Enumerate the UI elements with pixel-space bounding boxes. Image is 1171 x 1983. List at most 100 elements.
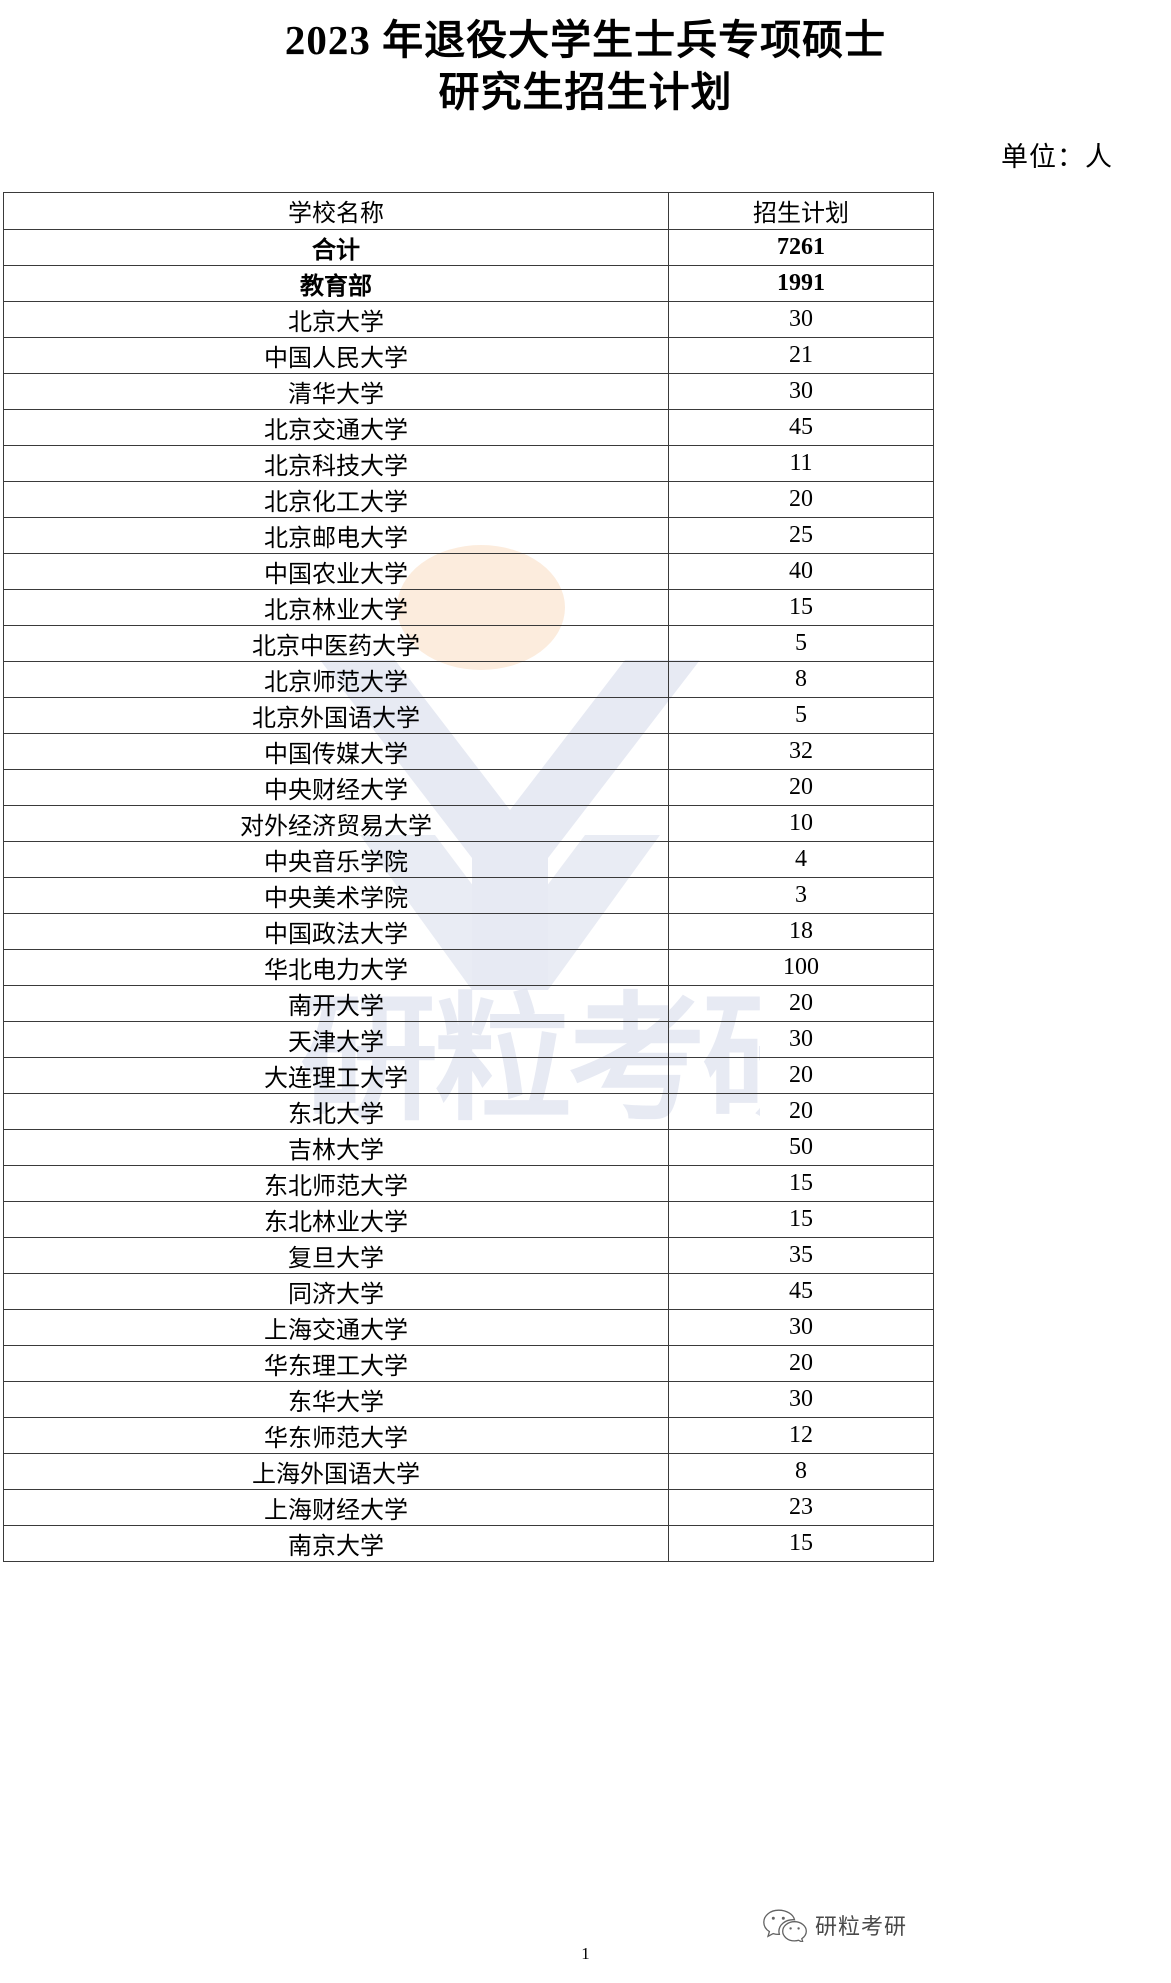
cell-school-name: 教育部 xyxy=(3,264,669,302)
table-row: 华东师范大学 12 xyxy=(3,1416,934,1454)
cell-school-name: 大连理工大学 xyxy=(3,1056,669,1094)
cell-enrollment-plan: 4 xyxy=(668,840,934,878)
table-row: 北京交通大学 45 xyxy=(3,408,934,446)
table-row: 中央财经大学 20 xyxy=(3,768,934,806)
cell-school-name: 北京师范大学 xyxy=(3,660,669,698)
cell-school-name: 中国政法大学 xyxy=(3,912,669,950)
cell-enrollment-plan: 30 xyxy=(668,1380,934,1418)
cell-enrollment-plan: 35 xyxy=(668,1236,934,1274)
table-row: 上海外国语大学 8 xyxy=(3,1452,934,1490)
table-row: 上海财经大学 23 xyxy=(3,1488,934,1526)
wechat-brand-badge: 研粒考研 xyxy=(762,1908,907,1942)
cell-school-name: 合计 xyxy=(3,228,669,266)
cell-school-name: 中央音乐学院 xyxy=(3,840,669,878)
table-row: 复旦大学 35 xyxy=(3,1236,934,1274)
table-row: 北京大学 30 xyxy=(3,300,934,338)
cell-school-name: 北京化工大学 xyxy=(3,480,669,518)
cell-enrollment-plan: 5 xyxy=(668,696,934,734)
table-row: 东北师范大学 15 xyxy=(3,1164,934,1202)
enrollment-plan-table-wrap: 学校名称 招生计划 合计 7261 教育部 1991 北京大学 30 中国人民大学 21 清华大… xyxy=(3,191,934,1562)
table-row: 北京林业大学 15 xyxy=(3,588,934,626)
table-row: 北京师范大学 8 xyxy=(3,660,934,698)
cell-school-name: 同济大学 xyxy=(3,1272,669,1310)
cell-school-name: 清华大学 xyxy=(3,372,669,410)
table-row: 东北大学 20 xyxy=(3,1092,934,1130)
cell-enrollment-plan: 15 xyxy=(668,1200,934,1238)
document-title: 2023 年退役大学生士兵专项硕士 研究生招生计划 xyxy=(0,0,1171,119)
column-header-school-name: 学校名称 xyxy=(3,191,669,230)
cell-school-name: 华东理工大学 xyxy=(3,1344,669,1382)
table-row: 北京科技大学 11 xyxy=(3,444,934,482)
table-row: 中央美术学院 3 xyxy=(3,876,934,914)
cell-enrollment-plan: 20 xyxy=(668,480,934,518)
cell-enrollment-plan: 21 xyxy=(668,336,934,374)
cell-school-name: 东北林业大学 xyxy=(3,1200,669,1238)
table-row: 中央音乐学院 4 xyxy=(3,840,934,878)
cell-enrollment-plan: 30 xyxy=(668,1308,934,1346)
table-row: 对外经济贸易大学 10 xyxy=(3,804,934,842)
table-row: 中国人民大学 21 xyxy=(3,336,934,374)
cell-school-name: 北京交通大学 xyxy=(3,408,669,446)
table-row: 北京邮电大学 25 xyxy=(3,516,934,554)
table-row: 合计 7261 xyxy=(3,228,934,266)
cell-school-name: 中国人民大学 xyxy=(3,336,669,374)
cell-school-name: 东北师范大学 xyxy=(3,1164,669,1202)
wechat-icon xyxy=(763,1909,807,1942)
cell-enrollment-plan: 1991 xyxy=(668,264,934,302)
cell-enrollment-plan: 23 xyxy=(668,1488,934,1526)
cell-school-name: 北京科技大学 xyxy=(3,444,669,482)
cell-enrollment-plan: 18 xyxy=(668,912,934,950)
cell-school-name: 复旦大学 xyxy=(3,1236,669,1274)
table-row: 中国农业大学 40 xyxy=(3,552,934,590)
table-row: 吉林大学 50 xyxy=(3,1128,934,1166)
cell-school-name: 上海财经大学 xyxy=(3,1488,669,1526)
cell-enrollment-plan: 45 xyxy=(668,1272,934,1310)
cell-enrollment-plan: 15 xyxy=(668,588,934,626)
table-row: 北京中医药大学 5 xyxy=(3,624,934,662)
cell-enrollment-plan: 11 xyxy=(668,444,934,482)
cell-enrollment-plan: 30 xyxy=(668,1020,934,1058)
cell-school-name: 北京外国语大学 xyxy=(3,696,669,734)
table-row: 中国传媒大学 32 xyxy=(3,732,934,770)
cell-school-name: 中国农业大学 xyxy=(3,552,669,590)
enrollment-plan-table: 学校名称 招生计划 合计 7261 教育部 1991 北京大学 30 中国人民大学 21 清华大… xyxy=(3,191,934,1562)
table-row: 华东理工大学 20 xyxy=(3,1344,934,1382)
table-row: 同济大学 45 xyxy=(3,1272,934,1310)
cell-enrollment-plan: 20 xyxy=(668,984,934,1022)
cell-enrollment-plan: 12 xyxy=(668,1416,934,1454)
cell-enrollment-plan: 20 xyxy=(668,1056,934,1094)
cell-school-name: 南京大学 xyxy=(3,1524,669,1562)
unit-note: 单位：人 xyxy=(1001,141,1113,172)
page-number: 1 xyxy=(581,1944,590,1963)
wechat-brand-label: 研粒考研 xyxy=(815,1915,908,1940)
table-row: 北京外国语大学 5 xyxy=(3,696,934,734)
cell-enrollment-plan: 20 xyxy=(668,768,934,806)
cell-enrollment-plan: 32 xyxy=(668,732,934,770)
cell-enrollment-plan: 3 xyxy=(668,876,934,914)
table-row: 北京化工大学 20 xyxy=(3,480,934,518)
cell-school-name: 上海外国语大学 xyxy=(3,1452,669,1490)
column-header-enrollment-plan: 招生计划 xyxy=(668,191,934,230)
cell-enrollment-plan: 40 xyxy=(668,552,934,590)
title-line-2: 研究生招生计划 xyxy=(438,69,733,116)
cell-enrollment-plan: 15 xyxy=(668,1524,934,1562)
cell-enrollment-plan: 8 xyxy=(668,1452,934,1490)
cell-school-name: 华东师范大学 xyxy=(3,1416,669,1454)
cell-enrollment-plan: 30 xyxy=(668,372,934,410)
table-row: 上海交通大学 30 xyxy=(3,1308,934,1346)
cell-enrollment-plan: 7261 xyxy=(668,228,934,266)
cell-school-name: 华北电力大学 xyxy=(3,948,669,986)
table-header-row: 学校名称 招生计划 xyxy=(3,191,934,230)
cell-enrollment-plan: 8 xyxy=(668,660,934,698)
title-line-1: 2023 年退役大学生士兵专项硕士 xyxy=(284,17,887,63)
cell-school-name: 中国传媒大学 xyxy=(3,732,669,770)
cell-enrollment-plan: 45 xyxy=(668,408,934,446)
cell-school-name: 上海交通大学 xyxy=(3,1308,669,1346)
cell-enrollment-plan: 30 xyxy=(668,300,934,338)
cell-enrollment-plan: 15 xyxy=(668,1164,934,1202)
cell-school-name: 北京邮电大学 xyxy=(3,516,669,554)
cell-enrollment-plan: 20 xyxy=(668,1092,934,1130)
table-row: 东华大学 30 xyxy=(3,1380,934,1418)
cell-school-name: 天津大学 xyxy=(3,1020,669,1058)
cell-school-name: 吉林大学 xyxy=(3,1128,669,1166)
